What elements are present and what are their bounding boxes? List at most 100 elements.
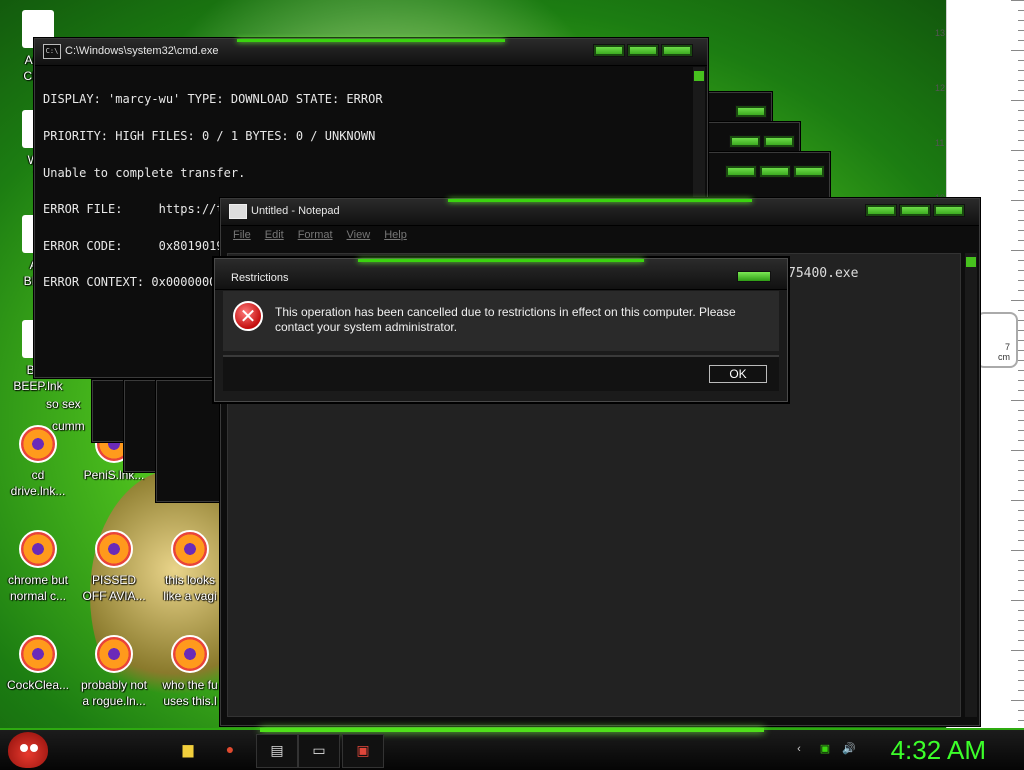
menu-edit[interactable]: Edit — [265, 229, 284, 249]
folder-icon[interactable]: ▆ — [168, 734, 208, 766]
ruler-tick — [1018, 40, 1024, 41]
desktop-icon-label: this looks like a vagi — [163, 573, 217, 603]
desktop-icon-label: chrome but normal c... — [7, 573, 69, 603]
ruler-tick — [1011, 700, 1024, 701]
ruler-tick — [1018, 680, 1024, 681]
start-button[interactable] — [8, 732, 48, 768]
error-message: This operation has been cancelled due to… — [275, 305, 736, 334]
cmd-titlebar[interactable]: C:\ C:\Windows\system32\cmd.exe — [35, 39, 707, 66]
desktop-icon[interactable]: CockClea... — [0, 635, 76, 693]
ruler-tick — [1018, 190, 1024, 191]
editor-text: 75400.exe — [788, 266, 859, 281]
ruler-tick — [1011, 400, 1024, 401]
app-icon[interactable]: ▣ — [342, 734, 384, 768]
ruler-tick — [1018, 10, 1024, 11]
ruler-tick — [1018, 160, 1024, 161]
close-button[interactable] — [933, 204, 965, 217]
ok-button[interactable]: OK — [709, 365, 767, 383]
ruler-tick — [1018, 520, 1024, 521]
ruler-tick — [1018, 640, 1024, 641]
ruler-tick — [1018, 720, 1024, 721]
desktop-icon[interactable]: chrome but normal c... — [0, 530, 76, 604]
ruler-tick — [1018, 430, 1024, 431]
dialog-title: Restrictions — [231, 272, 289, 284]
tray-expand-icon[interactable]: ‹ — [792, 742, 806, 756]
volume-icon[interactable]: 🔊 — [842, 742, 856, 756]
ruler-tick — [1018, 90, 1024, 91]
ruler-tick — [1018, 560, 1024, 561]
ruler-tick — [1018, 710, 1024, 711]
background-window[interactable] — [706, 122, 800, 154]
taskbar-glow — [260, 728, 764, 732]
firefox-icon — [95, 530, 133, 568]
clock[interactable]: 4:32 AM — [891, 735, 986, 766]
background-window[interactable] — [706, 92, 772, 124]
notepad-icon[interactable]: ▤ — [256, 734, 298, 768]
taskbar: ▆ ● ▤ ▭ ▣ ‹ ▣ 🔊 4:32 AM — [0, 728, 1024, 770]
desktop-icon-label: who the fu uses this.l — [162, 678, 218, 708]
background-window[interactable] — [706, 152, 830, 198]
background-window[interactable] — [156, 380, 220, 502]
menu-format[interactable]: Format — [298, 229, 333, 249]
ruler-tick — [1018, 220, 1024, 221]
ruler-tick — [1011, 300, 1024, 301]
titlebar-glow — [358, 259, 644, 262]
firefox-icon — [171, 635, 209, 673]
network-icon[interactable]: ▣ — [818, 742, 832, 756]
scroll-thumb[interactable] — [966, 257, 976, 267]
ruler-tick — [1011, 50, 1024, 51]
ruler-tick — [1018, 580, 1024, 581]
menu-file[interactable]: File — [233, 229, 251, 249]
desktop-icon[interactable]: this looks like a vagi — [152, 530, 228, 604]
firefox-icon — [171, 530, 209, 568]
desktop-icon[interactable]: probably not a rogue.ln... — [76, 635, 152, 709]
ruler-tick — [1018, 440, 1024, 441]
background-window[interactable] — [124, 380, 158, 472]
ruler-tick — [1011, 150, 1024, 151]
chrome-icon[interactable]: ● — [210, 734, 250, 766]
menu-view[interactable]: View — [347, 229, 371, 249]
ruler-tick — [1018, 280, 1024, 281]
ruler-tick — [1018, 370, 1024, 371]
ruler-tick — [1018, 610, 1024, 611]
close-button[interactable] — [737, 271, 771, 282]
ruler-tick — [1018, 180, 1024, 181]
firefox-icon — [19, 530, 57, 568]
dialog-titlebar[interactable]: Restrictions — [215, 259, 787, 290]
ruler-tick — [1018, 230, 1024, 231]
ruler-tick — [1018, 530, 1024, 531]
menu-help[interactable]: Help — [384, 229, 407, 249]
menu-bar: File Edit Format View Help — [221, 229, 979, 249]
window-title: Untitled - Notepad — [251, 205, 340, 217]
minimize-button[interactable] — [593, 44, 625, 57]
ruler-tick — [1018, 660, 1024, 661]
ruler-tick — [1018, 390, 1024, 391]
ruler-tick — [1011, 200, 1024, 201]
console-line: DISPLAY: 'marcy-wu' TYPE: DOWNLOAD STATE… — [43, 92, 383, 107]
firefox-icon — [95, 635, 133, 673]
cmd-icon[interactable]: ▭ — [298, 734, 340, 768]
scroll-thumb[interactable] — [694, 71, 704, 81]
notepad-titlebar[interactable]: Untitled - Notepad — [221, 199, 979, 226]
ruler-tick — [1018, 460, 1024, 461]
ruler-tick — [1011, 600, 1024, 601]
desktop-icon[interactable]: cd drive.lnk... — [0, 425, 76, 499]
desktop-icon[interactable]: who the fu uses this.l — [152, 635, 228, 709]
ruler-tick — [1018, 690, 1024, 691]
dialog-body: ✕ This operation has been cancelled due … — [223, 291, 779, 351]
background-window[interactable] — [92, 380, 126, 442]
restrictions-dialog[interactable]: Restrictions ✕ This operation has been c… — [214, 258, 788, 402]
cmd-icon: C:\ — [43, 44, 61, 59]
console-line: PRIORITY: HIGH FILES: 0 / 1 BYTES: 0 / U… — [43, 129, 376, 144]
ruler-tick — [1018, 590, 1024, 591]
ruler-tick — [1011, 650, 1024, 651]
ruler-tick — [1018, 310, 1024, 311]
close-button[interactable] — [661, 44, 693, 57]
desktop-icon-label: CockClea... — [6, 678, 70, 692]
minimize-button[interactable] — [865, 204, 897, 217]
titlebar-glow — [448, 199, 752, 202]
desktop-icon[interactable]: PISSED OFF AVIA... — [76, 530, 152, 604]
maximize-button[interactable] — [899, 204, 931, 217]
maximize-button[interactable] — [627, 44, 659, 57]
scrollbar[interactable] — [965, 253, 977, 717]
